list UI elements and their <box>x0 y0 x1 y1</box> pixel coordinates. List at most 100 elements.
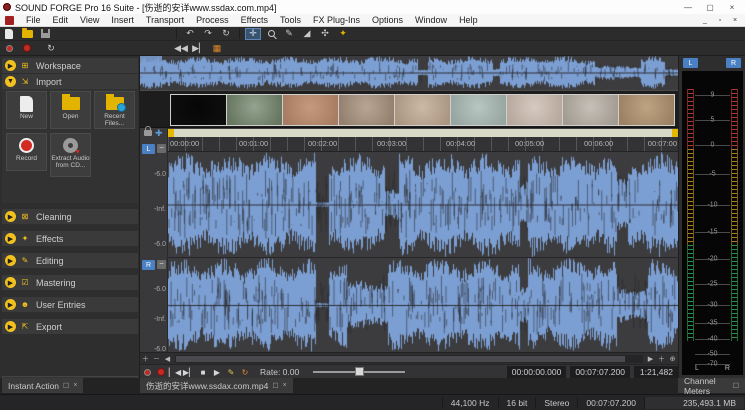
lock-icon[interactable] <box>144 130 152 136</box>
overview-position-marker[interactable] <box>140 56 162 66</box>
sidebar-item-import[interactable]: ▼ ⇲ Import <box>2 74 138 89</box>
sidebar-item-cleaning[interactable]: ▶ ⊠ Cleaning <box>2 209 138 224</box>
play-icon[interactable]: ▶ <box>210 366 224 378</box>
record-icon[interactable] <box>154 366 168 378</box>
open-button[interactable]: Open <box>50 91 91 129</box>
loop-region-bar[interactable] <box>168 129 678 137</box>
video-frame[interactable] <box>563 95 618 125</box>
close-button[interactable]: × <box>721 1 743 13</box>
loop-playback-icon[interactable]: ↻ <box>43 42 59 54</box>
left-channel-waveform[interactable] <box>168 152 678 257</box>
go-to-start-icon[interactable]: ▏◀ <box>168 366 182 378</box>
event-tool-icon[interactable]: ✣ <box>317 28 333 40</box>
recent-files-button[interactable]: Recent Files... <box>94 91 135 129</box>
menu-item-fx-plug-ins[interactable]: FX Plug-Ins <box>307 14 366 27</box>
meter-left-button[interactable]: L <box>683 58 698 68</box>
mixer-icon[interactable]: ▦ <box>209 42 225 54</box>
overview-strip[interactable] <box>140 56 678 89</box>
tab-document[interactable]: 伤逝的安详www.ssdax.com.mp4 ☐ × <box>140 378 293 393</box>
pin-icon[interactable]: ☐ <box>272 382 278 390</box>
selection-counter-display[interactable]: 1:21,482 <box>634 366 678 378</box>
record-icon[interactable] <box>19 42 35 54</box>
go-to-end-icon[interactable]: ▶▏ <box>191 42 207 54</box>
menu-item-transport[interactable]: Transport <box>140 14 190 27</box>
envelope-tool-icon[interactable]: ◢ <box>299 28 315 40</box>
snap-icon[interactable]: ✦ <box>335 28 351 40</box>
save-icon[interactable] <box>37 28 53 40</box>
time-ruler[interactable]: 00:00:0000:01:0000:02:0000:03:0000:04:00… <box>168 137 678 152</box>
left-channel-minimize[interactable]: − <box>157 144 166 153</box>
new-file-icon[interactable] <box>1 28 17 40</box>
magnify-tool-icon[interactable] <box>263 28 279 40</box>
doc-close-button[interactable]: × <box>729 17 741 24</box>
cursor-position-display[interactable]: 00:00:00.000 <box>507 366 567 378</box>
menu-item-options[interactable]: Options <box>366 14 409 27</box>
menu-item-window[interactable]: Window <box>409 14 453 27</box>
menu-item-insert[interactable]: Insert <box>105 14 140 27</box>
video-frame[interactable] <box>451 95 506 125</box>
edit-tool-icon[interactable]: ✛ <box>245 28 261 40</box>
right-channel-waveform[interactable] <box>168 258 678 352</box>
video-frame[interactable] <box>283 95 338 125</box>
meter-right-button[interactable]: R <box>726 58 741 68</box>
menu-item-view[interactable]: View <box>74 14 105 27</box>
rate-slider[interactable] <box>313 371 405 373</box>
right-channel-minimize[interactable]: − <box>157 260 166 269</box>
loop-playback-icon[interactable]: ↻ <box>238 366 252 378</box>
rewind-icon[interactable]: ◀◀ <box>173 42 189 54</box>
menu-item-process[interactable]: Process <box>190 14 235 27</box>
overview-waveform[interactable] <box>140 56 678 89</box>
close-icon[interactable]: × <box>73 382 77 389</box>
video-frame[interactable] <box>339 95 394 125</box>
sidebar-item-mastering[interactable]: ▶ ☑ Mastering <box>2 275 138 290</box>
minimize-button[interactable]: — <box>677 1 699 13</box>
horizontal-scrollbar[interactable] <box>175 355 643 363</box>
meter-body[interactable]: 950-5-10-15-20-25-30-35-40-50-70 L R <box>682 71 743 375</box>
menu-item-file[interactable]: File <box>20 14 47 27</box>
video-frame[interactable] <box>395 95 450 125</box>
redo-icon[interactable]: ↷ <box>200 28 216 40</box>
menu-item-help[interactable]: Help <box>453 14 484 27</box>
sidebar-item-workspace[interactable]: ▶ ⊞ Workspace <box>2 58 138 73</box>
tab-channel-meters[interactable]: Channel Meters ☐ <box>678 378 745 393</box>
rate-slider-handle[interactable] <box>355 367 364 376</box>
right-channel-button[interactable]: R <box>142 260 155 270</box>
scrollbar-thumb[interactable] <box>176 356 625 362</box>
open-file-icon[interactable] <box>19 28 35 40</box>
pin-icon[interactable]: ☐ <box>63 382 69 390</box>
close-icon[interactable]: × <box>283 382 287 389</box>
video-frame[interactable] <box>227 95 282 125</box>
wave-zoom-out-icon[interactable]: ⊕ <box>667 354 678 364</box>
pencil-tool-icon[interactable]: ✎ <box>281 28 297 40</box>
menu-item-edit[interactable]: Edit <box>47 14 75 27</box>
scroll-left-icon[interactable]: ◀ <box>162 354 173 364</box>
new-button[interactable]: New <box>6 91 47 129</box>
zoom-in-icon[interactable]: ＋ <box>140 354 151 364</box>
doc-restore-button[interactable]: ▫ <box>714 17 726 24</box>
menu-item-tools[interactable]: Tools <box>274 14 307 27</box>
sidebar-item-user-entries[interactable]: ▶ ☻ User Entries <box>2 297 138 312</box>
sidebar-item-editing[interactable]: ▶ ✎ Editing <box>2 253 138 268</box>
sidebar-item-export[interactable]: ▶ ⇱ Export <box>2 319 138 334</box>
tab-instant-action[interactable]: Instant Action ☐ × <box>2 378 83 393</box>
record-remote-icon[interactable] <box>140 366 154 378</box>
doc-minimize-button[interactable]: _ <box>699 17 711 24</box>
sidebar-item-effects[interactable]: ▶ ✦ Effects <box>2 231 138 246</box>
video-frame[interactable] <box>171 95 226 125</box>
video-frame[interactable] <box>507 95 562 125</box>
waveform-display[interactable] <box>168 152 678 352</box>
menu-item-effects[interactable]: Effects <box>235 14 274 27</box>
go-to-end-icon[interactable]: ▶▏ <box>182 366 196 378</box>
record-remote-icon[interactable] <box>1 42 17 54</box>
video-frame[interactable] <box>619 95 674 125</box>
zoom-out-icon[interactable]: － <box>151 354 162 364</box>
scroll-right-icon[interactable]: ▶ <box>645 354 656 364</box>
repeat-icon[interactable]: ↻ <box>218 28 234 40</box>
undo-icon[interactable]: ↶ <box>182 28 198 40</box>
pin-icon[interactable]: ☐ <box>733 382 739 390</box>
play-as-cursor-icon[interactable]: ✎ <box>224 366 238 378</box>
left-channel-button[interactable]: L <box>142 144 155 154</box>
stop-icon[interactable]: ■ <box>196 366 210 378</box>
extract-audio-button[interactable]: Extract Audio from CD... <box>50 133 91 177</box>
marker-tool-icon[interactable]: ✚ <box>155 128 163 139</box>
